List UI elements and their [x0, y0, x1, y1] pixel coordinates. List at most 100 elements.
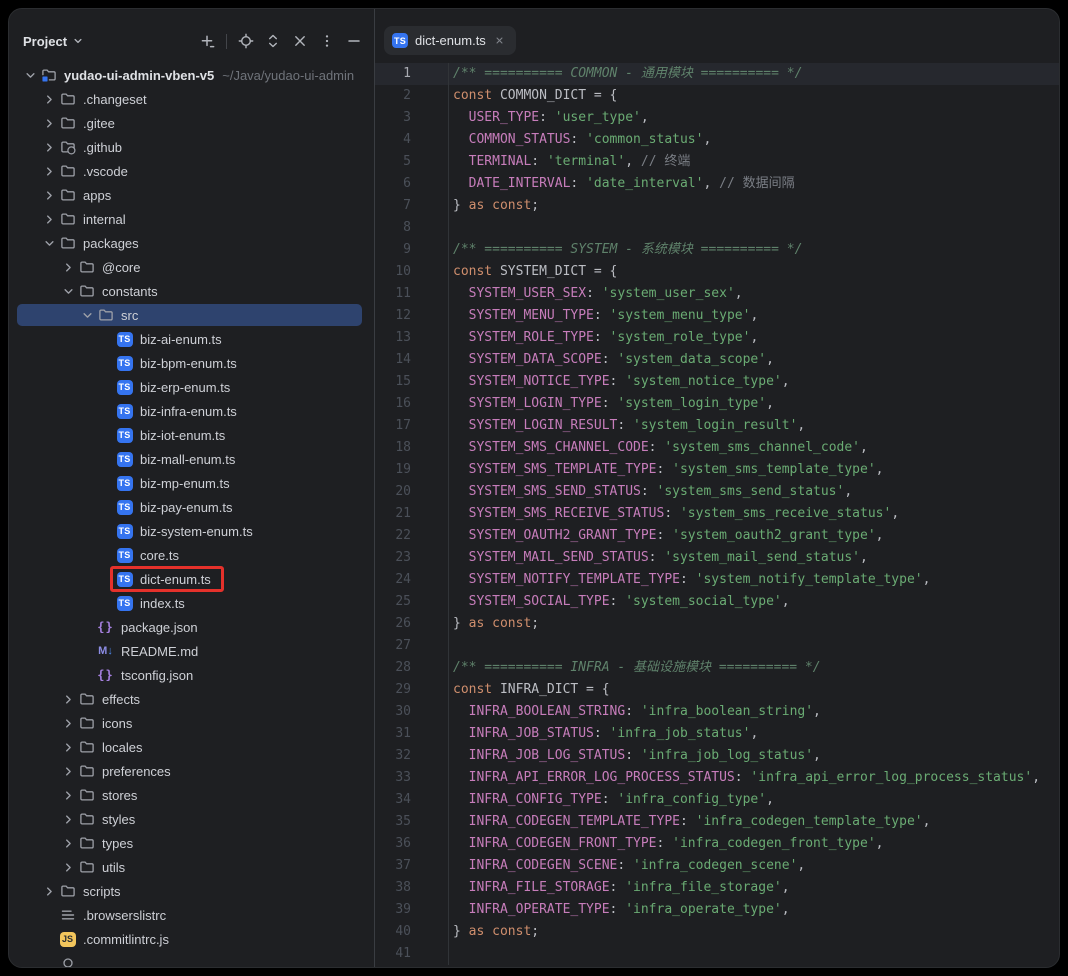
chevron-right-icon[interactable] [40, 884, 59, 899]
chevron-right-icon[interactable] [59, 260, 78, 275]
code-line-text: /** ========== INFRA - 基础设施模块 ==========… [448, 657, 1059, 679]
project-tree[interactable]: yudao-ui-admin-vben-v5~/Java/yudao-ui-ad… [9, 63, 374, 967]
chevron-down-icon[interactable] [78, 308, 97, 323]
tree-item-.gitee[interactable]: .gitee [9, 111, 374, 135]
folder-icon [59, 115, 76, 131]
line-number: 27 [375, 635, 448, 657]
chevron-right-icon[interactable] [40, 188, 59, 203]
tree-item-biz-mp-enum.ts[interactable]: TSbiz-mp-enum.ts [9, 471, 374, 495]
add-button[interactable] [199, 33, 215, 49]
project-panel-title[interactable]: Project [23, 34, 85, 49]
chevron-right-icon[interactable] [59, 788, 78, 803]
chevron-down-icon[interactable] [21, 68, 40, 83]
tree-item-index.ts[interactable]: TSindex.ts [9, 591, 374, 615]
tree-item-effects[interactable]: effects [9, 687, 374, 711]
more-options-button[interactable] [319, 33, 335, 49]
code-line-19: 19 SYSTEM_SMS_TEMPLATE_TYPE: 'system_sms… [375, 459, 1059, 481]
chevron-right-icon[interactable] [40, 140, 59, 155]
tree-item-.browserslistrc[interactable]: .browserslistrc [9, 903, 374, 927]
code-line-text: DATE_INTERVAL: 'date_interval', // 数据间隔 [448, 173, 1059, 195]
tree-item-biz-pay-enum.ts[interactable]: TSbiz-pay-enum.ts [9, 495, 374, 519]
tree-item-label: packages [83, 236, 139, 251]
tree-item-dict-enum.ts[interactable]: TSdict-enum.ts [9, 567, 374, 591]
code-line-text: SYSTEM_NOTICE_TYPE: 'system_notice_type'… [448, 371, 1059, 393]
chevron-right-icon[interactable] [59, 860, 78, 875]
tab-close-icon[interactable] [493, 34, 507, 48]
tree-item-preferences[interactable]: preferences [9, 759, 374, 783]
chevron-right-icon[interactable] [59, 692, 78, 707]
chevron-right-icon[interactable] [59, 740, 78, 755]
chevron-right-icon[interactable] [40, 164, 59, 179]
tree-item-.commitlintrc.js[interactable]: JS.commitlintrc.js [9, 927, 374, 951]
code-line-text: const COMMON_DICT = { [448, 85, 1059, 107]
code-line-31: 31 INFRA_JOB_STATUS: 'infra_job_status', [375, 723, 1059, 745]
tree-item-label: .commitlintrc.js [83, 932, 169, 947]
tree-item-icons[interactable]: icons [9, 711, 374, 735]
chevron-right-icon[interactable] [59, 812, 78, 827]
chevron-right-icon[interactable] [40, 212, 59, 227]
code-line-7: 7} as const; [375, 195, 1059, 217]
line-number: 4 [375, 129, 448, 151]
tree-item-biz-iot-enum.ts[interactable]: TSbiz-iot-enum.ts [9, 423, 374, 447]
code-line-36: 36 INFRA_CODEGEN_FRONT_TYPE: 'infra_code… [375, 833, 1059, 855]
tree-item-partial[interactable] [9, 951, 374, 967]
tree-item-label: index.ts [140, 596, 185, 611]
code-line-text: INFRA_BOOLEAN_STRING: 'infra_boolean_str… [448, 701, 1059, 723]
tree-item-label: biz-erp-enum.ts [140, 380, 230, 395]
expand-all-button[interactable] [265, 33, 281, 49]
tree-item-package.json[interactable]: {}package.json [9, 615, 374, 639]
tree-item-tsconfig.json[interactable]: {}tsconfig.json [9, 663, 374, 687]
locate-opened-file-button[interactable] [238, 33, 254, 49]
tree-item-types[interactable]: types [9, 831, 374, 855]
tree-item-biz-infra-enum.ts[interactable]: TSbiz-infra-enum.ts [9, 399, 374, 423]
ide-window: Project [8, 8, 1060, 968]
tree-item-internal[interactable]: internal [9, 207, 374, 231]
code-line-38: 38 INFRA_FILE_STORAGE: 'infra_file_stora… [375, 877, 1059, 899]
chevron-right-icon[interactable] [59, 764, 78, 779]
editor-tab-dict-enum[interactable]: TS dict-enum.ts [384, 26, 516, 55]
tree-item-@core[interactable]: @core [9, 255, 374, 279]
tree-item-biz-erp-enum.ts[interactable]: TSbiz-erp-enum.ts [9, 375, 374, 399]
tree-item-constants[interactable]: constants [9, 279, 374, 303]
tree-item-apps[interactable]: apps [9, 183, 374, 207]
chevron-down-icon[interactable] [40, 236, 59, 251]
code-line-25: 25 SYSTEM_SOCIAL_TYPE: 'system_social_ty… [375, 591, 1059, 613]
code-line-text: COMMON_STATUS: 'common_status', [448, 129, 1059, 151]
chevron-right-icon[interactable] [59, 836, 78, 851]
tree-item-src[interactable]: src [9, 303, 374, 327]
chevron-down-icon[interactable] [59, 284, 78, 299]
collapse-all-button[interactable] [292, 33, 308, 49]
chevron-right-icon[interactable] [40, 116, 59, 131]
tree-item-packages[interactable]: packages [9, 231, 374, 255]
tree-item-.changeset[interactable]: .changeset [9, 87, 374, 111]
code-line-text: INFRA_CODEGEN_FRONT_TYPE: 'infra_codegen… [448, 833, 1059, 855]
tree-item-core.ts[interactable]: TScore.ts [9, 543, 374, 567]
chevron-right-icon[interactable] [40, 92, 59, 107]
code-line-14: 14 SYSTEM_DATA_SCOPE: 'system_data_scope… [375, 349, 1059, 371]
code-line-text: SYSTEM_MENU_TYPE: 'system_menu_type', [448, 305, 1059, 327]
chevron-right-icon[interactable] [59, 716, 78, 731]
tree-item-README.md[interactable]: M↓README.md [9, 639, 374, 663]
line-number: 7 [375, 195, 448, 217]
tree-item-stores[interactable]: stores [9, 783, 374, 807]
tree-item-biz-bpm-enum.ts[interactable]: TSbiz-bpm-enum.ts [9, 351, 374, 375]
hide-panel-button[interactable] [346, 33, 362, 49]
tree-item-yudao-ui-admin-vben-v5[interactable]: yudao-ui-admin-vben-v5~/Java/yudao-ui-ad… [9, 63, 374, 87]
line-number: 20 [375, 481, 448, 503]
tree-item-label: biz-bpm-enum.ts [140, 356, 237, 371]
tree-item-biz-ai-enum.ts[interactable]: TSbiz-ai-enum.ts [9, 327, 374, 351]
tree-item-utils[interactable]: utils [9, 855, 374, 879]
code-editor[interactable]: 1/** ========== COMMON - 通用模块 ==========… [375, 61, 1059, 967]
folder-icon [59, 163, 76, 179]
tree-item-label: .gitee [83, 116, 115, 131]
code-line-text: USER_TYPE: 'user_type', [448, 107, 1059, 129]
tree-item-scripts[interactable]: scripts [9, 879, 374, 903]
tree-item-biz-system-enum.ts[interactable]: TSbiz-system-enum.ts [9, 519, 374, 543]
tree-item-locales[interactable]: locales [9, 735, 374, 759]
line-number: 24 [375, 569, 448, 591]
tree-item-.vscode[interactable]: .vscode [9, 159, 374, 183]
tree-item-label: stores [102, 788, 137, 803]
tree-item-.github[interactable]: .github [9, 135, 374, 159]
tree-item-biz-mall-enum.ts[interactable]: TSbiz-mall-enum.ts [9, 447, 374, 471]
tree-item-styles[interactable]: styles [9, 807, 374, 831]
